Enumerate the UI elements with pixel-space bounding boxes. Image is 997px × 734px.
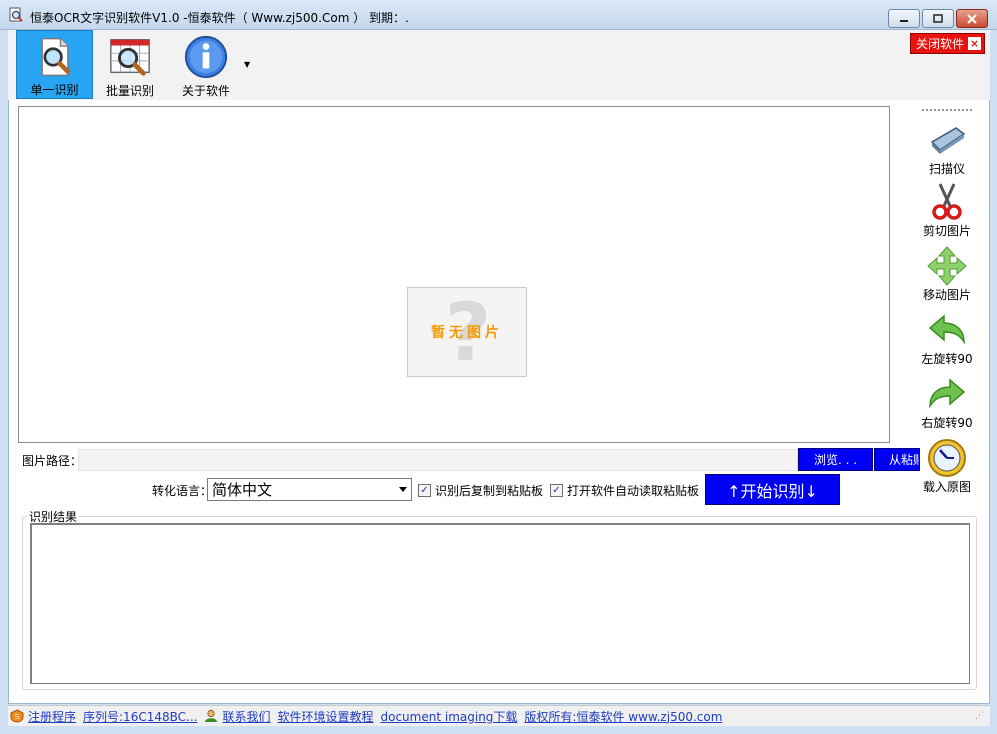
magnifier-doc-icon [40,37,70,77]
copy-to-clipboard-checkbox[interactable]: ✓ 识别后复制到粘贴板 [418,482,543,499]
rotate-left-button[interactable]: 左旋转90 [918,310,976,370]
minimize-icon [900,19,908,22]
checkbox-checked-icon: ✓ [418,484,431,497]
tool-about-software[interactable]: 关于软件 [170,30,242,99]
scanner-icon [930,127,966,154]
register-link[interactable]: 注册程序 [28,708,76,725]
contact-us-link[interactable]: 联系我们 [222,708,270,725]
start-recognition-button[interactable]: ↑开始识别↓ [705,474,840,505]
toolbar-overflow-arrow-icon[interactable]: ▼ [244,60,250,69]
register-icon: S [10,709,24,723]
tool-label: 关于软件 [181,84,230,98]
contact-person-icon [205,709,218,722]
close-icon: × [968,37,982,50]
serial-number-link[interactable]: 序列号:16C148BC... [83,708,197,725]
scanner-button[interactable]: 扫描仪 [918,120,976,180]
no-image-placeholder: ? 暂无图片 [407,287,527,378]
checkbox-checked-icon: ✓ [550,484,563,497]
svg-text:S: S [15,713,20,721]
chevron-down-icon [399,487,407,492]
language-label: 转化语言： [152,484,213,498]
tool-column-divider [922,109,972,111]
move-image-button[interactable]: 移动图片 [918,246,976,306]
tool-label: 批量识别 [105,84,154,98]
tool-label: 单一识别 [30,83,79,97]
load-original-button[interactable]: 载入原图 [918,438,976,498]
rotate-left-icon [928,314,965,345]
download-link[interactable]: document imaging下载 [381,708,518,725]
image-preview-panel[interactable] [18,106,890,443]
from-clipboard-button[interactable]: 从粘贴板 [874,448,920,471]
maximize-icon [933,14,943,23]
move-icon [927,246,967,286]
minimize-button[interactable] [888,9,920,28]
auto-read-clipboard-checkbox[interactable]: ✓ 打开软件自动读取粘贴板 [550,482,699,499]
image-path-input[interactable] [78,449,798,471]
crop-image-button[interactable]: 剪切图片 [918,182,976,242]
window-title: 恒泰OCR文字识别软件V1.0 -恒泰软件（ Www.zj500.Com ） 到… [30,11,409,25]
scissors-icon [932,183,962,220]
env-tutorial-link[interactable]: 软件环境设置教程 [277,708,373,725]
browse-button[interactable]: 浏览. . . [798,448,873,471]
clock-icon [928,439,966,477]
rotate-right-button[interactable]: 右旋转90 [918,374,976,434]
close-button[interactable] [956,9,988,28]
result-textarea[interactable] [30,523,970,684]
image-path-label: 图片路径： [22,454,83,468]
info-icon [184,35,228,79]
close-icon [967,13,977,24]
close-software-button[interactable]: 关闭软件 × [910,33,985,54]
rotate-right-icon [929,378,966,409]
tool-single-recognize[interactable]: 单一识别 [16,30,93,99]
status-bar: S 注册程序 序列号:16C148BC... 联系我们 软件环境设置教程 doc… [8,705,990,726]
app-icon [8,7,24,23]
language-select[interactable]: 简体中文 [207,478,412,501]
copyright-link[interactable]: 版权所有:恒泰软件 www.zj500.com [524,708,722,725]
magnifier-grid-icon [110,39,150,76]
tool-batch-recognize[interactable]: 批量识别 [95,30,165,99]
resize-grip-icon[interactable]: ⋰ [975,711,984,721]
maximize-button[interactable] [922,9,954,28]
